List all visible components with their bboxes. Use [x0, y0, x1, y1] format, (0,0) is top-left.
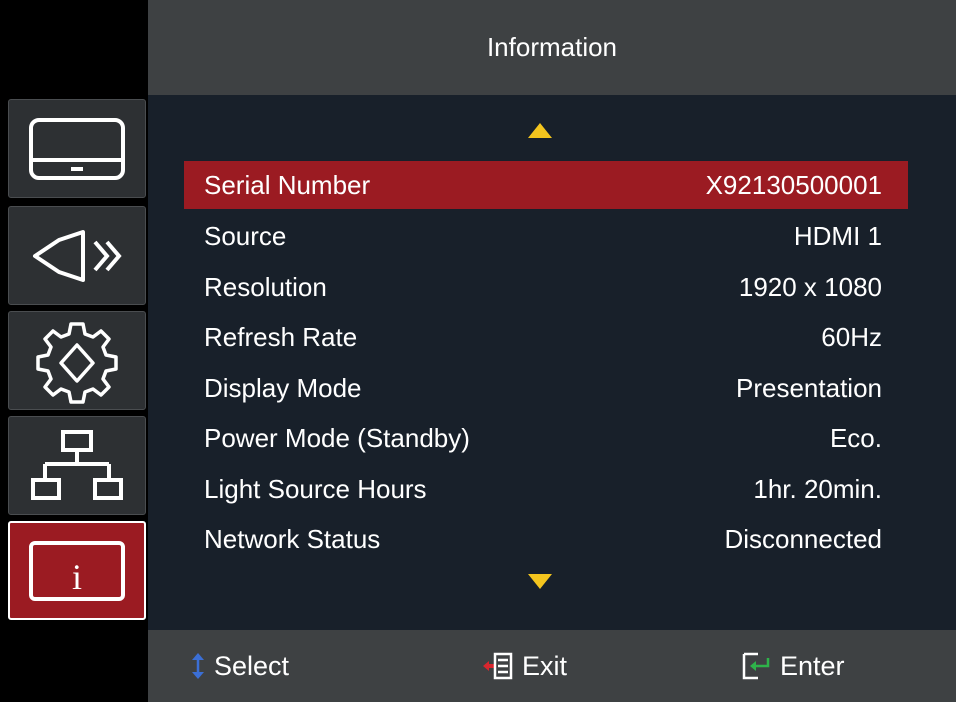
row-value: 1hr. 20min.: [753, 473, 882, 504]
enter-icon: [742, 652, 770, 680]
row-value: Eco.: [829, 423, 882, 454]
enter-label: Enter: [780, 650, 845, 681]
display-icon: [29, 117, 125, 180]
page-title: Information: [486, 32, 618, 62]
scroll-up-icon[interactable]: [528, 123, 552, 138]
row-value: X92130500001: [705, 169, 882, 200]
row-label: Source: [204, 221, 287, 252]
info-icon: i: [29, 540, 125, 601]
row-label: Display Mode: [204, 372, 362, 403]
info-row-light-source-hours[interactable]: Light Source Hours 1hr. 20min.: [184, 464, 908, 515]
select-label: Select: [214, 650, 290, 681]
row-label: Serial Number: [204, 169, 371, 200]
enter-hint: Enter: [740, 630, 845, 702]
info-row-refresh-rate[interactable]: Refresh Rate 60Hz: [184, 313, 908, 364]
row-label: Network Status: [204, 524, 381, 555]
info-row-display-mode[interactable]: Display Mode Presentation: [184, 363, 908, 414]
row-value: 60Hz: [821, 322, 882, 353]
exit-hint: Exit: [482, 630, 567, 702]
info-row-source[interactable]: Source HDMI 1: [184, 212, 908, 263]
sidebar-item-display[interactable]: [8, 99, 146, 198]
network-icon: [31, 429, 123, 500]
row-label: Refresh Rate: [204, 322, 358, 353]
row-value: HDMI 1: [793, 221, 882, 252]
sidebar-item-network[interactable]: [8, 416, 146, 515]
scroll-down-icon[interactable]: [528, 574, 552, 589]
svg-text:i: i: [72, 557, 82, 597]
row-value: Presentation: [736, 372, 882, 403]
audio-icon: [33, 229, 122, 282]
row-label: Power Mode (Standby): [204, 423, 470, 454]
row-value: 1920 x 1080: [738, 271, 882, 302]
row-label: Resolution: [204, 271, 327, 302]
row-value: Disconnected: [724, 524, 882, 555]
info-row-resolution[interactable]: Resolution 1920 x 1080: [184, 262, 908, 313]
sidebar: i: [0, 0, 148, 702]
sidebar-item-information[interactable]: i: [8, 521, 146, 620]
settings-gear-icon: [36, 321, 118, 404]
row-label: Light Source Hours: [204, 473, 427, 504]
info-panel: Serial Number X92130500001 Source HDMI 1…: [148, 95, 956, 630]
info-list: Serial Number X92130500001 Source HDMI 1…: [184, 161, 908, 565]
sidebar-item-settings[interactable]: [8, 311, 146, 410]
info-row-power-mode[interactable]: Power Mode (Standby) Eco.: [184, 414, 908, 465]
header: Information: [148, 0, 956, 95]
footer-hints: Select Exit Enter: [148, 630, 956, 702]
info-row-network-status[interactable]: Network Status Disconnected: [184, 515, 908, 566]
select-hint: Select: [190, 630, 289, 702]
exit-label: Exit: [522, 650, 568, 681]
up-down-arrow-icon: [192, 653, 204, 679]
menu-exit-icon: [483, 652, 513, 680]
info-row-serial-number[interactable]: Serial Number X92130500001: [184, 161, 908, 209]
sidebar-item-audio[interactable]: [8, 206, 146, 305]
